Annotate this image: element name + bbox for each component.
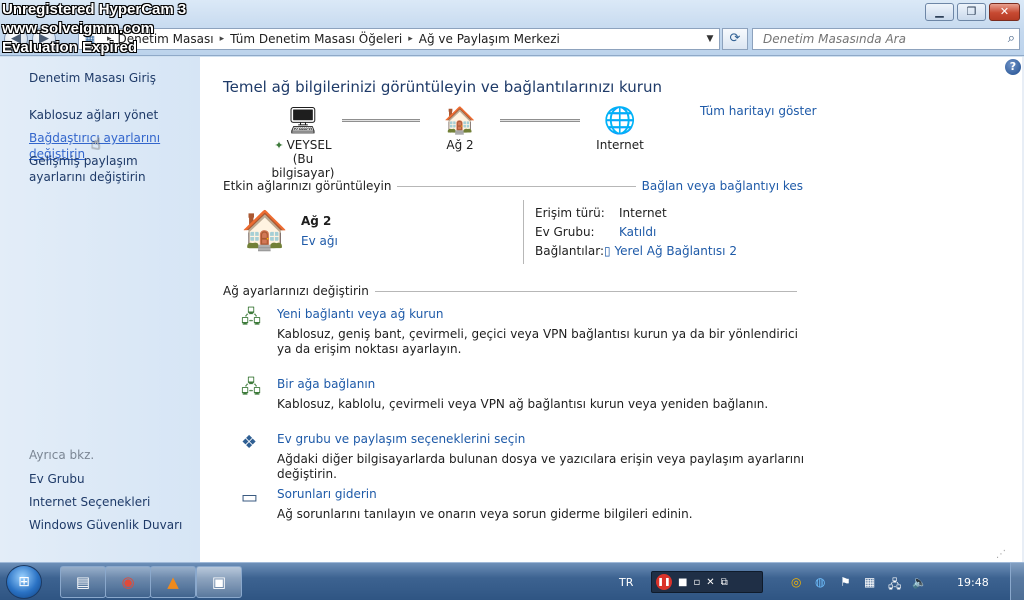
sidebar-item-advanced-sharing[interactable]: Gelişmiş paylaşım ayarlarını değiştirin <box>29 153 189 185</box>
hand-cursor-icon: ☝ <box>91 134 101 153</box>
taskbar: ⊞ ▤ ◉ ▲ ▣ TR ❚❚ ■ ▫ ✕ ⧉ ◎ ◍ ⚑ ▦ 🖧 🔈 19:4… <box>0 562 1024 600</box>
house-icon[interactable]: 🏠 <box>241 207 293 253</box>
tray-network-icon[interactable]: ▦ <box>864 575 875 589</box>
computer-subtitle: (Bu bilgisayar) <box>271 152 335 180</box>
recorder-toolbar[interactable]: ❚❚ ■ ▫ ✕ ⧉ <box>651 571 763 593</box>
window-titlebar: ▁ ❐ ✕ ◀ ▶ ▦ ▸ Denetim Masası ▸ Tüm Denet… <box>0 0 1024 56</box>
network-name-label: Ağ 2 <box>446 138 474 152</box>
divider <box>523 200 524 264</box>
see-also-heading: Ayrıca bkz. <box>29 448 95 462</box>
volume-icon[interactable]: 🔈 <box>912 575 927 589</box>
sidebar-item-firewall[interactable]: Windows Güvenlik Duvarı <box>29 517 182 533</box>
task-description: Kablosuz, geniş bant, çevirmeli, geçici … <box>277 327 798 356</box>
clock[interactable]: 19:48 <box>957 576 989 589</box>
breadcrumb-control-panel[interactable]: Denetim Masası <box>118 32 214 46</box>
task-description: Ağ sorunlarını tanılayın ve onarın veya … <box>277 507 693 521</box>
task-description: Kablosuz, kablolu, çevirmeli veya VPN ağ… <box>277 397 769 411</box>
globe-icon: 🌐 <box>603 106 637 136</box>
house-icon: 🏠 <box>443 106 477 136</box>
search-box[interactable]: ⌕ <box>752 28 1020 50</box>
access-type-label: Erişim türü: <box>535 206 605 220</box>
active-networks-heading: Etkin ağlarınızı görüntüleyin Bağlan vey… <box>223 179 803 193</box>
map-connector-line <box>500 119 580 122</box>
help-icon[interactable]: ? <box>1005 59 1021 75</box>
sidebar-item-homegroup[interactable]: Ev Grubu <box>29 471 85 487</box>
breadcrumb-network-center[interactable]: Ağ ve Paylaşım Merkezi <box>419 32 560 46</box>
task-link[interactable]: Yeni bağlantı veya ağ kurun <box>277 307 443 321</box>
sidebar-item-control-panel-home[interactable]: Denetim Masası Giriş <box>29 70 156 86</box>
pause-record-icon[interactable]: ❚❚ <box>656 574 672 590</box>
breadcrumb-separator[interactable]: ▸ <box>402 34 419 44</box>
task-link[interactable]: Bir ağa bağlanın <box>277 377 375 391</box>
tray-browser-icon[interactable]: ◍ <box>815 575 825 589</box>
network-type-link[interactable]: Ev ağı <box>301 234 338 248</box>
map-node-internet[interactable]: 🌐 Internet <box>590 104 650 152</box>
map-node-computer[interactable]: 🖥 ✦ VEYSEL (Bu bilgisayar) <box>263 104 343 180</box>
active-networks-title: Etkin ağlarınızı görüntüleyin <box>223 179 392 193</box>
connect-disconnect-link[interactable]: Bağlan veya bağlantıyı kes <box>642 179 803 193</box>
see-full-map-link[interactable]: Tüm haritayı göster <box>700 104 817 118</box>
ethernet-icon: ▯ <box>604 244 611 258</box>
chevron-down-icon[interactable]: ▼ <box>701 34 719 44</box>
connection-link[interactable]: ▯ Yerel Ağ Bağlantısı 2 <box>604 244 737 258</box>
window-select-icon[interactable]: ⧉ <box>721 577 728 588</box>
stop-icon[interactable]: ■ <box>678 577 687 588</box>
vlc-taskbar-button[interactable]: ▲ <box>150 566 196 598</box>
search-input[interactable] <box>763 32 993 46</box>
computer-name: VEYSEL <box>286 138 332 152</box>
page-title: Temel ağ bilgilerinizi görüntüleyin ve b… <box>223 78 662 96</box>
new-connection-icon: 🖧 <box>241 307 262 328</box>
connection-name[interactable]: Yerel Ağ Bağlantısı 2 <box>614 244 737 258</box>
explorer-taskbar-button[interactable]: ▤ <box>60 566 106 598</box>
sidebar-item-manage-wireless[interactable]: Kablosuz ağları yönet <box>29 107 158 123</box>
control-panel-icon: ▦ <box>84 32 96 46</box>
refresh-button[interactable]: ⟳ <box>722 28 748 50</box>
task-description: Ağdaki diğer bilgisayarlarda bulunan dos… <box>277 452 805 481</box>
network-name: Ağ 2 <box>301 214 332 228</box>
network-user-icon: ✦ <box>274 138 284 152</box>
record-settings-icon[interactable]: ▫ <box>693 577 700 588</box>
breadcrumb-separator[interactable]: ▸ <box>214 34 231 44</box>
change-settings-heading: Ağ ayarlarınızı değiştirin <box>223 284 803 298</box>
camera-off-icon[interactable]: ✕ <box>706 577 714 588</box>
task-link[interactable]: Sorunları giderin <box>277 487 377 501</box>
homegroup-icon: ❖ <box>241 432 258 453</box>
control-panel-taskbar-button[interactable]: ▣ <box>196 566 242 598</box>
sidebar-item-internet-options[interactable]: Internet Seçenekleri <box>29 494 150 510</box>
tray-app-icon[interactable]: ◎ <box>791 575 801 589</box>
computer-icon: 🖥 <box>286 106 320 136</box>
task-link[interactable]: Ev grubu ve paylaşım seçeneklerini seçin <box>277 432 525 446</box>
internet-label: Internet <box>596 138 644 152</box>
search-icon[interactable]: ⌕ <box>1008 31 1015 46</box>
tray-network-icon[interactable]: 🖧 <box>888 575 901 596</box>
breadcrumb-separator[interactable]: ▸ <box>101 34 118 44</box>
forward-arrow-icon[interactable]: ▶ <box>32 27 56 51</box>
resize-grip-icon[interactable]: ⋰ <box>996 549 1006 560</box>
access-type-value: Internet <box>619 206 667 220</box>
start-button[interactable]: ⊞ <box>6 565 42 599</box>
address-bar[interactable]: ▦ ▸ Denetim Masası ▸ Tüm Denetim Masası … <box>78 28 720 50</box>
breadcrumb-all-items[interactable]: Tüm Denetim Masası Öğeleri <box>230 32 402 46</box>
maximize-button[interactable]: ❐ <box>957 3 986 21</box>
map-connector-line <box>342 119 420 122</box>
homegroup-value-link[interactable]: Katıldı <box>619 225 656 239</box>
map-node-network[interactable]: 🏠 Ağ 2 <box>430 104 490 152</box>
action-center-flag-icon[interactable]: ⚑ <box>840 575 851 589</box>
divider <box>397 185 636 187</box>
divider <box>374 290 797 292</box>
homegroup-label: Ev Grubu: <box>535 225 595 239</box>
back-arrow-icon[interactable]: ◀ <box>4 27 28 51</box>
close-button[interactable]: ✕ <box>989 3 1020 21</box>
show-desktop-button[interactable] <box>1010 563 1024 600</box>
language-indicator[interactable]: TR <box>619 576 633 589</box>
minimize-button[interactable]: ▁ <box>925 3 954 21</box>
connect-network-icon: 🖧 <box>241 377 262 398</box>
change-settings-title: Ağ ayarlarınızı değiştirin <box>223 284 369 298</box>
browser-taskbar-button[interactable]: ◉ <box>105 566 151 598</box>
connections-label: Bağlantılar: <box>535 244 604 258</box>
troubleshoot-icon: ▭ <box>241 487 259 508</box>
left-navigation-pane: Denetim Masası Giriş Kablosuz ağları yön… <box>0 57 200 562</box>
